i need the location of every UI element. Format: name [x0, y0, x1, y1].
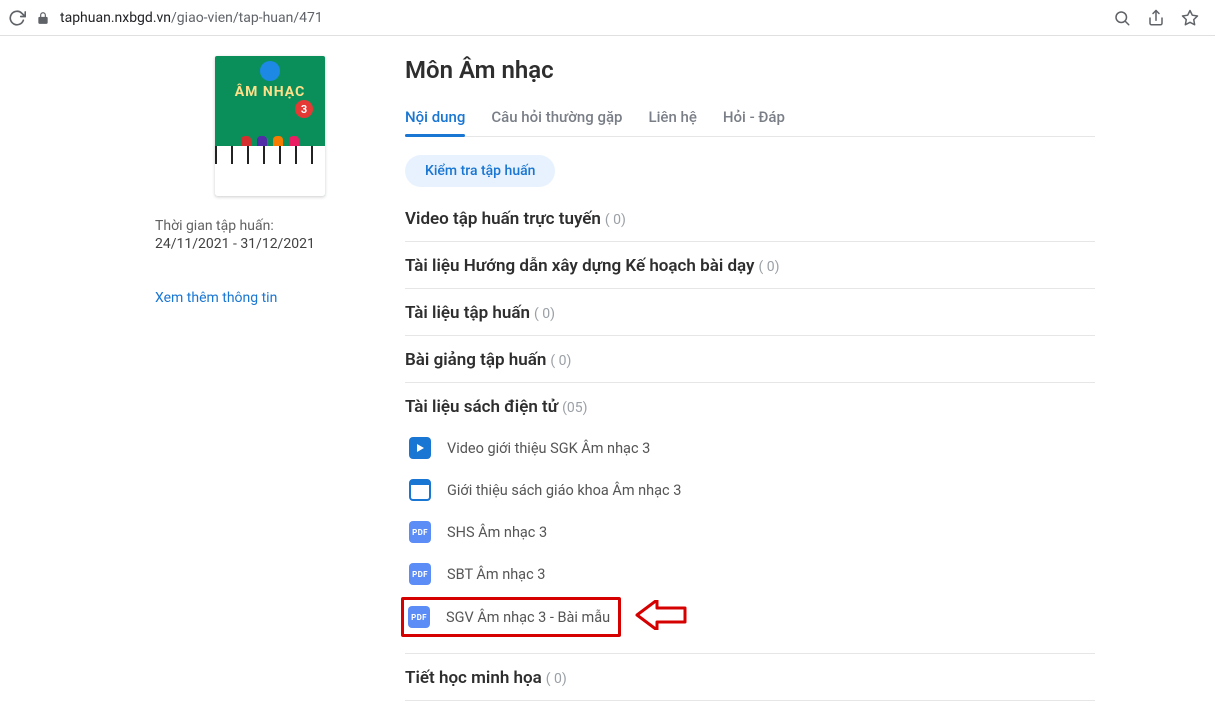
section-count: ( 0) — [534, 306, 555, 322]
section-video-training[interactable]: Video tập huấn trực tuyến ( 0) — [405, 195, 1095, 242]
item-label: Video giới thiệu SGK Âm nhạc 3 — [447, 440, 650, 457]
book-cover[interactable]: ÂM NHẠC 3 — [215, 56, 325, 196]
section-title: Video tập huấn trực tuyến — [405, 209, 601, 229]
page-title: Môn Âm nhạc — [405, 56, 1095, 84]
lock-icon — [36, 11, 50, 25]
slides-icon — [409, 479, 431, 501]
reload-icon[interactable] — [8, 9, 26, 27]
url-bar[interactable]: taphuan.nxbgd.vn/giao-vien/tap-huan/471 — [60, 10, 1103, 26]
section-title: Tiết học minh họa — [405, 668, 542, 688]
url-host: taphuan.nxbgd.vn — [60, 10, 171, 26]
section-count: ( 0) — [546, 671, 567, 687]
main-content: Môn Âm nhạc Nội dung Câu hỏi thường gặp … — [405, 56, 1215, 701]
section-title: Tài liệu Hướng dẫn xây dựng Kế hoạch bài… — [405, 256, 755, 276]
ebook-items: Video giới thiệu SGK Âm nhạc 3 Giới thiệ… — [405, 423, 1095, 654]
section-lesson-plan-guide[interactable]: Tài liệu Hướng dẫn xây dựng Kế hoạch bài… — [405, 242, 1095, 289]
pdf-icon: PDF — [409, 521, 431, 543]
training-period-label: Thời gian tập huấn: — [155, 218, 274, 234]
browser-bar: taphuan.nxbgd.vn/giao-vien/tap-huan/471 — [0, 0, 1215, 36]
exam-button[interactable]: Kiểm tra tập huấn — [405, 155, 555, 187]
book-cover-title: ÂM NHẠC — [215, 84, 325, 100]
tab-qa[interactable]: Hỏi - Đáp — [723, 100, 785, 136]
section-title: Bài giảng tập huấn — [405, 350, 546, 370]
item-label: SHS Âm nhạc 3 — [447, 524, 547, 541]
item-label: SBT Âm nhạc 3 — [447, 566, 545, 583]
book-cover-grade: 3 — [295, 100, 313, 118]
training-period-dates: 24/11/2021 - 31/12/2021 — [155, 236, 315, 252]
list-item[interactable]: PDF SBT Âm nhạc 3 — [405, 553, 1095, 595]
sidebar: ÂM NHẠC 3 Thời gian tập huấn: 24/11/2021… — [0, 56, 405, 701]
section-title: Tài liệu tập huấn — [405, 303, 530, 323]
item-label: SGV Âm nhạc 3 - Bài mẫu — [446, 609, 610, 626]
section-ebook-docs[interactable]: Tài liệu sách điện tử (05) — [405, 383, 1095, 423]
star-icon[interactable] — [1181, 9, 1199, 27]
list-item[interactable]: Video giới thiệu SGK Âm nhạc 3 — [405, 427, 1095, 469]
url-path: /giao-vien/tap-huan/471 — [171, 10, 323, 26]
tab-contact[interactable]: Liên hệ — [648, 100, 696, 136]
list-item[interactable]: PDF SHS Âm nhạc 3 — [405, 511, 1095, 553]
section-count: (05) — [562, 400, 587, 416]
list-item[interactable]: Giới thiệu sách giáo khoa Âm nhạc 3 — [405, 469, 1095, 511]
tab-faq[interactable]: Câu hỏi thường gặp — [491, 100, 622, 136]
section-count: ( 0) — [605, 212, 626, 228]
section-title: Tài liệu sách điện tử — [405, 397, 558, 417]
video-icon — [409, 437, 431, 459]
arrow-annotation-icon — [617, 600, 687, 634]
section-training-docs[interactable]: Tài liệu tập huấn ( 0) — [405, 289, 1095, 336]
tab-content[interactable]: Nội dung — [405, 100, 465, 136]
section-demo-lesson[interactable]: Tiết học minh họa ( 0) — [405, 654, 1095, 701]
section-training-lectures[interactable]: Bài giảng tập huấn ( 0) — [405, 336, 1095, 383]
pdf-icon: PDF — [409, 563, 431, 585]
zoom-icon[interactable] — [1113, 9, 1131, 27]
pdf-icon: PDF — [408, 606, 430, 628]
section-count: ( 0) — [550, 353, 571, 369]
list-item-highlighted[interactable]: PDF SGV Âm nhạc 3 - Bài mẫu — [401, 597, 621, 637]
item-label: Giới thiệu sách giáo khoa Âm nhạc 3 — [447, 482, 681, 499]
section-count: ( 0) — [758, 259, 779, 275]
tabs: Nội dung Câu hỏi thường gặp Liên hệ Hỏi … — [405, 100, 1095, 137]
share-icon[interactable] — [1147, 9, 1165, 27]
more-info-link[interactable]: Xem thêm thông tin — [155, 290, 277, 306]
